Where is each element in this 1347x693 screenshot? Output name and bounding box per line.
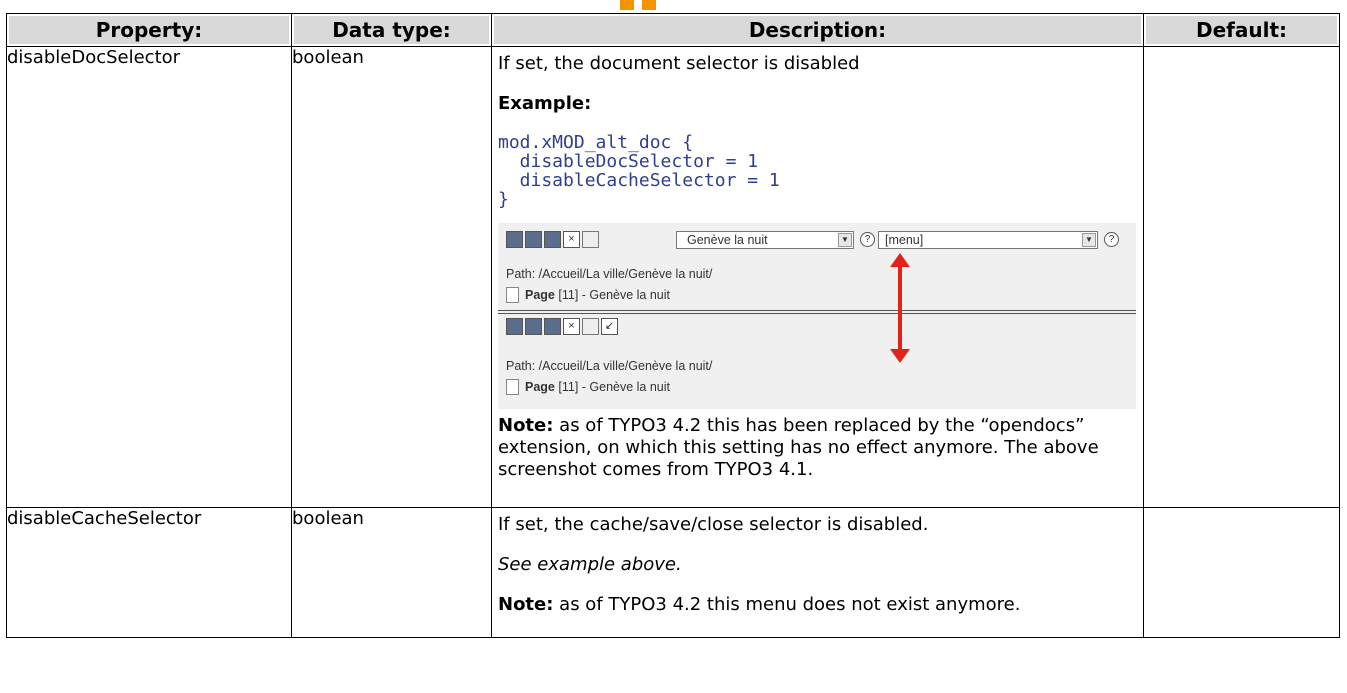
header-row: Property: Data type: Description: Defaul… (6, 13, 1340, 47)
delete-icon[interactable] (582, 231, 599, 248)
data-type: boolean (291, 507, 492, 638)
header-default: Default: (1143, 13, 1340, 47)
code-example: mod.xMOD_alt_doc { disableDocSelector = … (498, 132, 780, 210)
default-value (1143, 507, 1340, 638)
header-property: Property: (6, 13, 292, 47)
orange-mark (642, 0, 656, 10)
chevron-down-icon: ▼ (1082, 233, 1096, 247)
divider (498, 313, 1136, 314)
chevron-down-icon: ▼ (838, 233, 852, 247)
property-name: disableCacheSelector (6, 507, 292, 638)
table-row: disableCacheSelector boolean If set, the… (6, 507, 1340, 638)
data-type: boolean (291, 46, 492, 508)
path-text: Path: /Accueil/La ville/Genève la nuit/ (506, 359, 713, 373)
properties-table: Property: Data type: Description: Defaul… (6, 13, 1340, 638)
menu-selector[interactable]: [menu] ▼ (878, 231, 1098, 249)
note-paragraph: Note: as of TYPO3 4.2 this has been repl… (498, 415, 1099, 480)
note-paragraph: Note: as of TYPO3 4.2 this menu does not… (498, 594, 1021, 615)
save-view-icon[interactable] (525, 318, 542, 335)
property-name: disableDocSelector (6, 46, 292, 508)
save-close-icon[interactable] (544, 318, 561, 335)
delete-icon[interactable] (582, 318, 599, 335)
double-arrow-icon (890, 253, 910, 363)
default-value (1143, 46, 1340, 508)
description-cell: If set, the document selector is disable… (491, 46, 1144, 508)
path-text: Path: /Accueil/La ville/Genève la nuit/ (506, 267, 713, 281)
page-icon (506, 379, 519, 395)
see-example-text: See example above. (498, 554, 682, 575)
header-data-type: Data type: (291, 13, 492, 47)
toolbar-bottom: × ↙ (506, 318, 618, 338)
close-icon[interactable]: × (563, 231, 580, 248)
help-icon[interactable]: ? (1104, 232, 1119, 247)
help-icon[interactable]: ? (860, 232, 875, 247)
orange-mark (620, 0, 634, 10)
example-label: Example: (498, 93, 592, 114)
description-intro: If set, the cache/save/close selector is… (498, 514, 929, 535)
save-view-icon[interactable] (525, 231, 542, 248)
close-icon[interactable]: × (563, 318, 580, 335)
page-icon (506, 287, 519, 303)
description-intro: If set, the document selector is disable… (498, 53, 860, 74)
document-selector[interactable]: Genève la nuit ▼ (676, 231, 854, 249)
save-icon[interactable] (506, 318, 523, 335)
table-row: disableDocSelector boolean If set, the d… (6, 46, 1340, 508)
example-screenshot: × Genève la nuit ▼ ? [menu] ▼ ? Path: /A… (498, 223, 1136, 409)
toolbar-top: × (506, 231, 599, 251)
page-row: Page [11] - Genève la nuit (506, 379, 670, 395)
divider (498, 310, 1136, 311)
restore-icon[interactable]: ↙ (601, 318, 618, 335)
description-cell: If set, the cache/save/close selector is… (491, 507, 1144, 638)
page-row: Page [11] - Genève la nuit (506, 287, 670, 303)
save-close-icon[interactable] (544, 231, 561, 248)
header-description: Description: (491, 13, 1144, 47)
save-icon[interactable] (506, 231, 523, 248)
